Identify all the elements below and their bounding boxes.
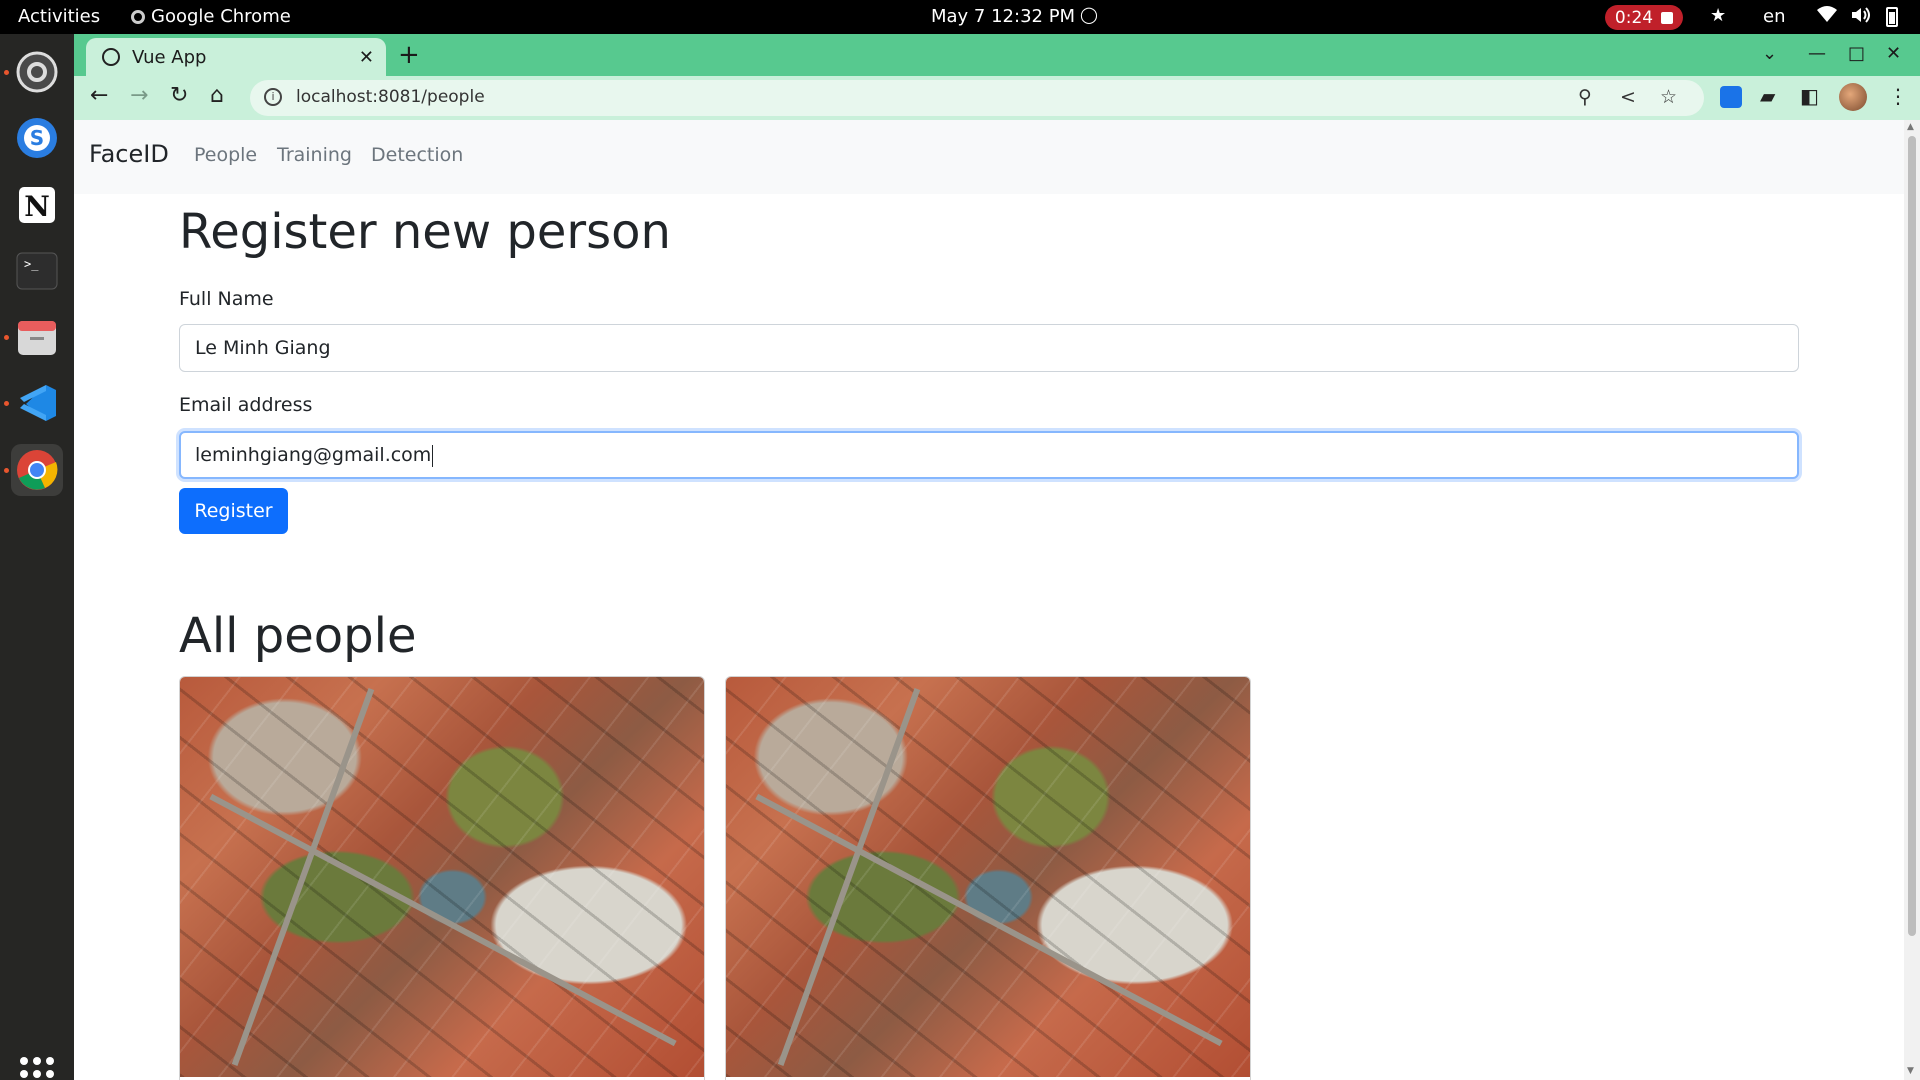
browser-toolbar: ← → ↻ ⌂ i localhost:8081/people ⚲ < ☆ ▰ … [74,76,1920,120]
person-photo [180,677,704,1077]
site-info-icon[interactable]: i [264,88,282,106]
svg-text:N: N [24,190,50,223]
side-panel-icon[interactable]: ◧ [1800,84,1819,108]
home-icon[interactable]: ⌂ [210,83,224,108]
zoom-icon[interactable]: ⚲ [1578,86,1592,108]
browser-tab[interactable]: Vue App ✕ [86,38,386,76]
bookmark-star-icon[interactable]: ☆ [1660,86,1677,108]
show-apps-icon[interactable] [20,1057,54,1080]
minimize-icon[interactable]: — [1808,43,1826,64]
volume-icon[interactable] [1850,4,1872,31]
accessibility-icon[interactable]: ★ [1710,5,1726,26]
person-card[interactable] [725,676,1251,1080]
address-bar[interactable]: i localhost:8081/people ⚲ < ☆ [250,80,1704,116]
nav-link-people[interactable]: People [194,144,257,166]
chrome-menu-icon[interactable]: ⋮ [1888,84,1908,108]
files-dock-icon[interactable] [11,311,63,363]
share-icon[interactable]: < [1620,86,1636,108]
extension-icon[interactable] [1720,86,1742,108]
activities-button[interactable]: Activities [18,6,100,27]
browser-window: Vue App ✕ + ⌄ — □ ✕ ← → ↻ ⌂ i localhost:… [74,34,1920,1080]
clock[interactable]: May 7 12:32 PM [931,6,1075,27]
register-button[interactable]: Register [179,488,288,534]
close-tab-icon[interactable]: ✕ [359,47,374,68]
nav-link-training[interactable]: Training [277,144,352,166]
system-top-bar: Activities Google Chrome May 7 12:32 PM … [0,0,1920,34]
recording-time: 0:24 [1614,7,1654,28]
tab-search-icon[interactable]: ⌄ [1762,43,1777,64]
nav-link-detection[interactable]: Detection [371,144,463,166]
maximize-icon[interactable]: □ [1848,43,1865,64]
tab-strip: Vue App ✕ + ⌄ — □ ✕ [74,34,1920,76]
person-photo [726,677,1250,1077]
chrome-small-icon [131,9,145,24]
wifi-icon[interactable] [1816,4,1838,29]
stop-recording-icon [1661,11,1674,24]
running-indicator [4,401,9,406]
app-menu[interactable]: Google Chrome [131,6,291,27]
scroll-down-icon[interactable]: ▼ [1907,1066,1914,1076]
person-card[interactable] [179,676,705,1080]
globe-icon [102,48,120,66]
page-scrollbar[interactable]: ▲ ▼ [1904,120,1920,1080]
terminal-dock-icon[interactable]: >_ [11,245,63,297]
running-indicator [4,70,9,75]
scroll-thumb[interactable] [1908,136,1916,936]
text-caret [432,444,434,467]
screen-recording-indicator[interactable]: 0:24 [1605,5,1683,30]
vscode-dock-icon[interactable] [11,377,63,429]
all-people-heading: All people [179,608,417,664]
full-name-field[interactable]: Le Minh Giang [179,324,1799,372]
scroll-up-icon[interactable]: ▲ [1907,122,1914,132]
url-text: localhost:8081/people [296,87,485,107]
skype-dock-icon[interactable]: S [11,112,63,164]
chrome-dock-icon[interactable] [11,444,63,496]
extensions-puzzle-icon[interactable]: ▰ [1760,84,1775,108]
keyboard-language[interactable]: en [1763,6,1785,27]
settings-dock-icon[interactable] [11,46,63,98]
close-window-icon[interactable]: ✕ [1886,43,1901,64]
app-navbar: FaceID People Training Detection [74,120,1904,194]
tab-title: Vue App [132,46,207,68]
email-field[interactable]: leminhgiang@gmail.com [179,431,1799,479]
dock: S N >_ [0,34,74,1080]
reload-icon[interactable]: ↻ [170,83,188,108]
app-name-label: Google Chrome [151,6,291,27]
svg-text:S: S [30,126,44,150]
battery-icon[interactable] [1886,7,1898,27]
full-name-label: Full Name [179,288,274,310]
notification-bell-icon: ◯ [1080,5,1098,24]
email-label: Email address [179,394,313,416]
page-title: Register new person [179,204,671,260]
running-indicator [4,335,9,340]
new-tab-button[interactable]: + [398,40,420,70]
back-icon[interactable]: ← [90,83,108,108]
svg-text:>_: >_ [24,257,39,271]
profile-avatar[interactable] [1839,83,1867,111]
running-indicator [4,468,9,473]
brand-link[interactable]: FaceID [89,140,169,168]
notion-dock-icon[interactable]: N [11,179,63,231]
page-viewport: FaceID People Training Detection Registe… [74,120,1920,1080]
email-field-value: leminhgiang@gmail.com [195,444,432,466]
forward-icon[interactable]: → [130,83,148,108]
